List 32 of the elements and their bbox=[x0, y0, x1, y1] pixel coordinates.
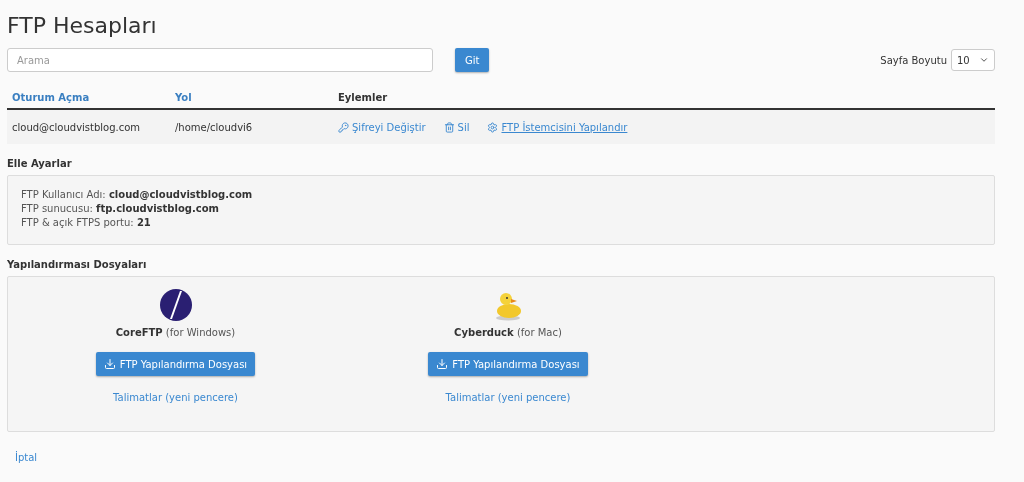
cancel-link[interactable]: İptal bbox=[15, 452, 38, 463]
download-icon bbox=[103, 358, 116, 370]
key-icon bbox=[338, 121, 349, 133]
action-link[interactable]: Sil bbox=[443, 121, 470, 133]
gear-icon bbox=[487, 121, 499, 133]
action-link[interactable]: FTP İstemcisini Yapılandır bbox=[487, 121, 628, 133]
column-header: Eylemler bbox=[338, 91, 389, 103]
instructions-link[interactable]: Talimatlar (yeni pencere) bbox=[445, 392, 571, 403]
section-heading: Yapılandırması Dosyaları bbox=[7, 259, 148, 270]
table-cell-text: /home/cloudvi6 bbox=[175, 121, 254, 133]
download-button[interactable]: FTP Yapılandırma Dosyası bbox=[428, 352, 588, 376]
action-link[interactable]: Şifreyi Değiştir bbox=[338, 121, 426, 133]
chevron-down-icon bbox=[979, 55, 989, 65]
client-name: CoreFTP (for Windows) bbox=[115, 327, 236, 338]
column-header[interactable]: Oturum Açma bbox=[12, 91, 175, 103]
column-header[interactable]: Yol bbox=[175, 91, 338, 103]
client-name: Cyberduck (for Mac) bbox=[454, 327, 562, 338]
coreftp-logo-icon bbox=[159, 289, 192, 321]
download-icon bbox=[436, 358, 449, 370]
setting-line: FTP & açık FTPS portu: 21 bbox=[21, 216, 152, 230]
setting-line: FTP sunucusu: ftp.cloudvistblog.com bbox=[21, 202, 220, 216]
instructions-link[interactable]: Talimatlar (yeni pencere) bbox=[113, 392, 238, 403]
search-field[interactable]: Arama bbox=[7, 48, 433, 72]
page-size-select[interactable]: 10 bbox=[951, 49, 995, 71]
page-title: FTP Hesapları bbox=[7, 13, 158, 38]
page-size-label: Sayfa Boyutu bbox=[880, 54, 947, 66]
go-button[interactable]: Git bbox=[455, 48, 490, 72]
download-button[interactable]: FTP Yapılandırma Dosyası bbox=[95, 352, 256, 376]
setting-line: FTP Kullanıcı Adı: cloud@cloudvistblog.com bbox=[21, 188, 254, 202]
table-cell-text: cloud@cloudvistblog.com bbox=[12, 121, 142, 133]
trash-icon bbox=[443, 121, 455, 133]
section-heading: Elle Ayarlar bbox=[7, 158, 73, 169]
